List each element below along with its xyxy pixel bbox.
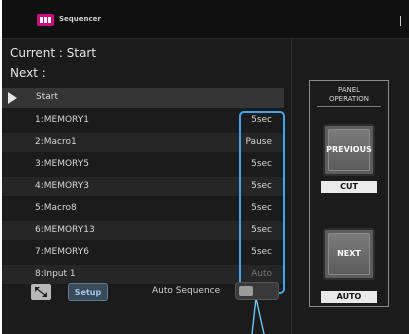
app-title: Sequencer <box>59 15 101 23</box>
sequencer-window: Sequencer Current : Start Next : Start 1… <box>2 0 409 334</box>
title-bar: Sequencer <box>2 0 409 39</box>
next-status: Next : <box>10 66 46 80</box>
row-name: 4:MEMORY3 <box>35 181 89 191</box>
auto-sequence-toggle[interactable] <box>235 282 279 300</box>
panel-title-line1: PANEL <box>337 86 361 94</box>
setup-button[interactable]: Setup <box>68 283 108 301</box>
auto-label: AUTO <box>321 291 377 303</box>
toggle-knob <box>239 286 253 296</box>
expand-icon <box>35 287 47 297</box>
app-logo-icon <box>37 14 54 26</box>
panel-operation-box: PANEL OPERATION PREVIOUS CUT NEXT AUTO <box>309 80 389 307</box>
row-name: 7:MEMORY6 <box>35 247 89 257</box>
sequence-start-label: Start <box>36 92 58 102</box>
row-name: 2:Macro1 <box>35 137 77 147</box>
row-name: 5:Macro8 <box>35 203 77 213</box>
row-name: 8:Input 1 <box>35 269 76 279</box>
row-name: 1:MEMORY1 <box>35 115 89 125</box>
panel-title-underline <box>317 106 381 107</box>
cut-label: CUT <box>321 181 377 193</box>
previous-button[interactable]: PREVIOUS <box>323 124 375 176</box>
row-name: 6:MEMORY13 <box>35 225 95 235</box>
auto-sequence-label: Auto Sequence <box>152 286 221 296</box>
window-edge-icon <box>400 16 404 26</box>
panel-title-line2: OPERATION <box>328 95 370 103</box>
time-column-highlight <box>239 111 285 294</box>
sequence-list-header[interactable]: Start <box>2 88 284 108</box>
previous-button-label: PREVIOUS <box>326 145 372 154</box>
current-status: Current : Start <box>10 46 97 60</box>
expand-button[interactable] <box>31 284 51 300</box>
panel-divider <box>291 39 292 334</box>
next-button-label: NEXT <box>337 249 361 258</box>
row-name: 3:MEMORY5 <box>35 159 89 169</box>
play-icon <box>8 92 17 104</box>
next-button[interactable]: NEXT <box>323 228 375 280</box>
